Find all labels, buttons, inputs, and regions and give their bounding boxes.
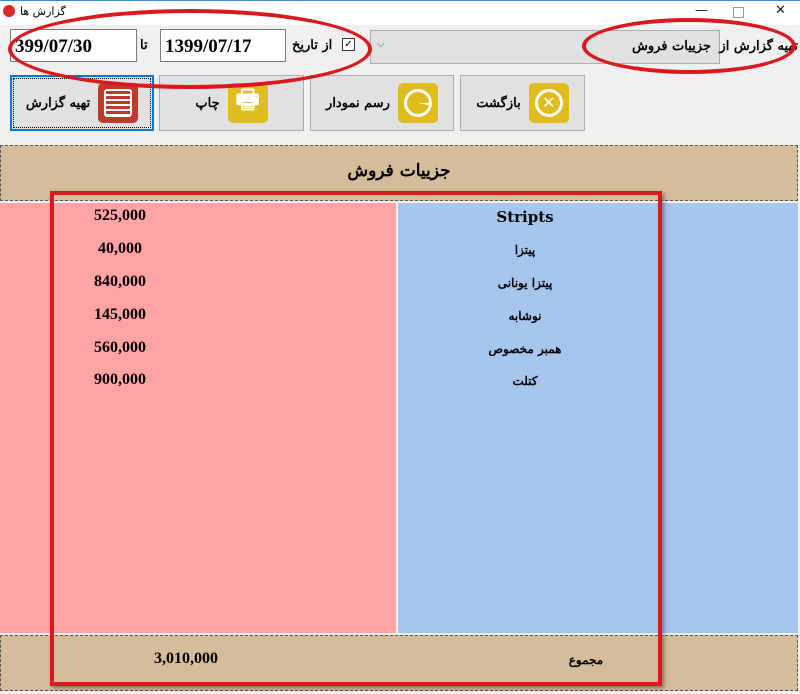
printer-icon: 🖶: [227, 83, 268, 123]
annotation-ellipse-report-type: [582, 18, 796, 74]
annotation-rectangle: [50, 191, 662, 686]
minimize-button[interactable]: —: [695, 3, 708, 18]
generate-label: تهیه گزارش: [25, 95, 91, 111]
close-button[interactable]: ✕: [775, 3, 786, 18]
list-icon: [98, 83, 139, 123]
maximize-button[interactable]: [733, 7, 744, 18]
report-title: جزییات فروش: [347, 161, 451, 181]
annotation-ellipse-dates: [8, 9, 372, 89]
print-label: چاپ: [195, 95, 220, 111]
app-apple-icon: [3, 5, 15, 17]
draw-chart-button[interactable]: رسم نمودار: [310, 75, 454, 131]
chevron-down-icon: ⌵: [377, 39, 385, 50]
back-label: بازگشت: [476, 95, 521, 111]
window-title: گزارش ها: [20, 5, 66, 18]
back-button[interactable]: بازگشت ✕: [460, 75, 585, 131]
close-circle-icon: ✕: [528, 83, 569, 123]
pie-chart-icon: [397, 83, 438, 123]
chart-label: رسم نمودار: [326, 95, 390, 111]
